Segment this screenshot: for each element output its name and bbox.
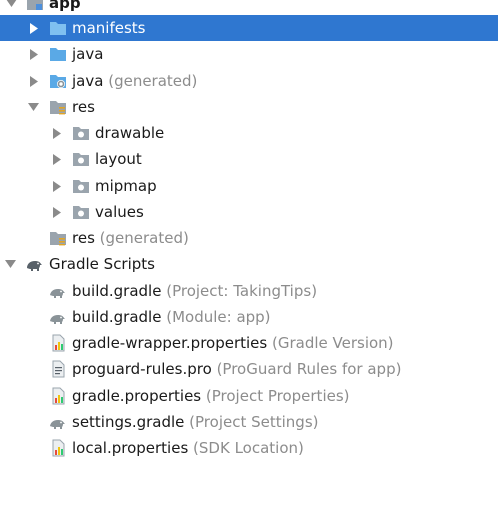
tree-node-label: proguard-rules.pro — [72, 360, 212, 378]
chevron-right-icon[interactable] — [28, 68, 40, 94]
tree-node-label: drawable — [95, 124, 165, 142]
tree-node-label: local.properties — [72, 439, 189, 457]
tree-node-values[interactable]: values — [0, 199, 498, 225]
tree-node-label-group: res (generated) — [72, 225, 189, 251]
tree-node-build-gradle-project[interactable]: build.gradle (Project: TakingTips) — [0, 278, 498, 304]
tree-node-gradle-wrapper-properties[interactable]: gradle-wrapper.properties (Gradle Versio… — [0, 330, 498, 356]
tree-node-java-generated[interactable]: java (generated) — [0, 68, 498, 94]
tree-node-label-group: gradle.properties (Project Properties) — [72, 383, 350, 409]
folder-icon — [72, 203, 90, 221]
tree-node-label-group: local.properties (SDK Location) — [72, 435, 304, 461]
chevron-down-icon[interactable] — [27, 94, 39, 120]
properties-file-icon — [49, 334, 67, 352]
tree-node-label: build.gradle — [72, 308, 162, 326]
tree-node-proguard-rules[interactable]: proguard-rules.pro (ProGuard Rules for a… — [0, 356, 498, 382]
tree-node-label: gradle.properties — [72, 387, 202, 405]
resources-folder-icon — [49, 98, 67, 116]
tree-node-label: settings.gradle — [72, 413, 185, 431]
tree-node-label-group: settings.gradle (Project Settings) — [72, 409, 319, 435]
tree-node-label-group: build.gradle (Module: app) — [72, 304, 271, 330]
chevron-down-icon[interactable] — [5, 0, 17, 16]
tree-node-label-group: build.gradle (Project: TakingTips) — [72, 278, 317, 304]
tree-node-settings-gradle[interactable]: settings.gradle (Project Settings) — [0, 409, 498, 435]
resources-folder-icon — [49, 229, 67, 247]
tree-node-label: res — [72, 98, 95, 116]
chevron-right-icon[interactable] — [51, 120, 63, 146]
folder-icon — [49, 45, 67, 63]
tree-node-suffix: (Project Settings) — [189, 413, 319, 431]
tree-node-suffix: (Gradle Version) — [272, 334, 394, 352]
tree-node-label: mipmap — [95, 177, 157, 195]
tree-node-layout[interactable]: layout — [0, 146, 498, 172]
tree-node-res[interactable]: res — [0, 94, 498, 120]
folder-icon — [72, 177, 90, 195]
tree-node-drawable[interactable]: drawable — [0, 120, 498, 146]
tree-node-manifests[interactable]: manifests — [0, 15, 498, 41]
chevron-right-icon[interactable] — [51, 146, 63, 172]
tree-node-label: res — [72, 229, 95, 247]
folder-icon — [72, 124, 90, 142]
tree-node-label-group: proguard-rules.pro (ProGuard Rules for a… — [72, 356, 401, 382]
tree-node-label: Gradle Scripts — [49, 255, 155, 273]
folder-icon — [49, 19, 67, 37]
tree-node-build-gradle-module[interactable]: build.gradle (Module: app) — [0, 304, 498, 330]
tree-node-label: layout — [95, 150, 142, 168]
gradle-file-icon — [49, 413, 67, 431]
tree-node-suffix: (generated) — [99, 229, 189, 247]
chevron-right-icon[interactable] — [28, 41, 40, 67]
tree-node-label: build.gradle — [72, 282, 162, 300]
tree-node-suffix: (SDK Location) — [193, 439, 304, 457]
gradle-file-icon — [49, 282, 67, 300]
tree-node-java[interactable]: java — [0, 41, 498, 67]
tree-node-res-generated[interactable]: res (generated) — [0, 225, 498, 251]
generated-folder-icon — [49, 72, 67, 90]
chevron-down-icon[interactable] — [4, 251, 16, 277]
tree-node-label: java — [72, 45, 104, 63]
properties-file-icon — [49, 387, 67, 405]
tree-node-label-group: gradle-wrapper.properties (Gradle Versio… — [72, 330, 394, 356]
tree-node-label: values — [95, 203, 144, 221]
tree-node-suffix: (generated) — [108, 72, 198, 90]
text-file-icon — [49, 360, 67, 378]
chevron-right-icon[interactable] — [28, 15, 40, 41]
folder-icon — [72, 150, 90, 168]
tree-node-suffix: (Module: app) — [166, 308, 271, 326]
gradle-file-icon — [49, 308, 67, 326]
tree-node-gradle-scripts[interactable]: Gradle Scripts — [0, 251, 498, 277]
tree-node-label-group: java (generated) — [72, 68, 197, 94]
tree-node-label: java — [72, 72, 104, 90]
chevron-right-icon[interactable] — [51, 173, 63, 199]
tree-node-suffix: (ProGuard Rules for app) — [216, 360, 402, 378]
module-folder-icon — [26, 0, 44, 12]
project-tree: app manifests java java (generated) res … — [0, 0, 498, 506]
tree-node-suffix: (Project Properties) — [205, 387, 350, 405]
gradle-elephant-icon — [25, 255, 43, 273]
tree-node-mipmap[interactable]: mipmap — [0, 173, 498, 199]
tree-node-label: app — [49, 0, 81, 12]
tree-node-app[interactable]: app — [0, 0, 498, 16]
tree-node-local-properties[interactable]: local.properties (SDK Location) — [0, 435, 498, 461]
tree-node-suffix: (Project: TakingTips) — [166, 282, 318, 300]
properties-file-icon — [49, 439, 67, 457]
tree-node-label: manifests — [72, 19, 146, 37]
chevron-right-icon[interactable] — [51, 199, 63, 225]
tree-node-gradle-properties[interactable]: gradle.properties (Project Properties) — [0, 383, 498, 409]
tree-node-label: gradle-wrapper.properties — [72, 334, 268, 352]
